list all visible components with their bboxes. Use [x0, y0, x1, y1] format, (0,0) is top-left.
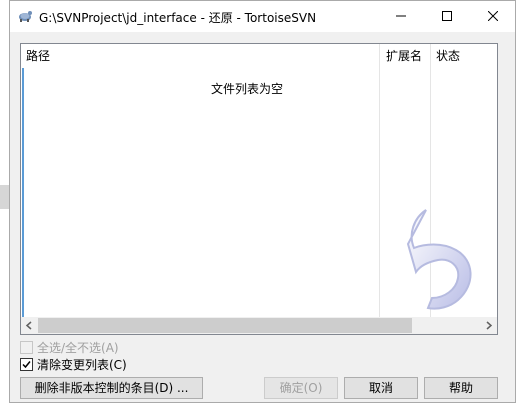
scrollbar-thumb[interactable] — [38, 318, 412, 333]
titlebar: G:\SVNProject\jd_interface - 还原 - Tortoi… — [10, 1, 515, 32]
ok-button[interactable]: 确定(O) — [264, 377, 338, 399]
tortoisesvn-icon — [19, 11, 32, 22]
select-all-option: 全选/全不选(A) — [20, 339, 119, 356]
column-divider — [379, 44, 380, 318]
background-app-edge — [0, 185, 9, 209]
column-header-status[interactable]: 状态 — [431, 44, 497, 68]
background-app-strip — [0, 403, 516, 419]
help-button[interactable]: 帮助 — [424, 377, 498, 399]
select-all-checkbox[interactable] — [20, 341, 33, 354]
checkmark-icon — [22, 361, 31, 369]
close-button[interactable] — [470, 1, 516, 32]
maximize-button[interactable] — [424, 1, 470, 32]
scroll-right-button[interactable] — [480, 317, 497, 334]
empty-list-message: 文件列表为空 — [211, 82, 284, 96]
file-list[interactable]: 路径 扩展名 状态 文件列表为空 — [20, 43, 498, 335]
select-all-label: 全选/全不选(A) — [37, 341, 119, 355]
horizontal-scrollbar[interactable] — [21, 317, 497, 334]
scroll-left-button[interactable] — [21, 317, 38, 334]
column-header-extension[interactable]: 扩展名 — [381, 44, 430, 68]
revert-arrow-icon — [406, 209, 472, 310]
close-icon — [488, 11, 498, 21]
delete-unversioned-button[interactable]: 删除非版本控制的条目(D) ... — [20, 377, 203, 399]
column-header-path[interactable]: 路径 — [21, 44, 380, 68]
minimize-icon — [396, 15, 406, 17]
revert-dialog: G:\SVNProject\jd_interface - 还原 - Tortoi… — [9, 0, 516, 403]
chevron-left-icon — [25, 321, 32, 330]
window-title: G:\SVNProject\jd_interface - 还原 - Tortoi… — [39, 11, 317, 25]
list-focus-line — [22, 68, 24, 317]
minimize-button[interactable] — [378, 1, 424, 32]
clear-changelist-checkbox[interactable] — [20, 358, 33, 371]
clear-changelist-label: 清除变更列表(C) — [37, 358, 127, 372]
cancel-button[interactable]: 取消 — [344, 377, 418, 399]
maximize-icon — [442, 11, 452, 21]
clear-changelist-option: 清除变更列表(C) — [20, 356, 127, 373]
chevron-right-icon — [486, 321, 493, 330]
